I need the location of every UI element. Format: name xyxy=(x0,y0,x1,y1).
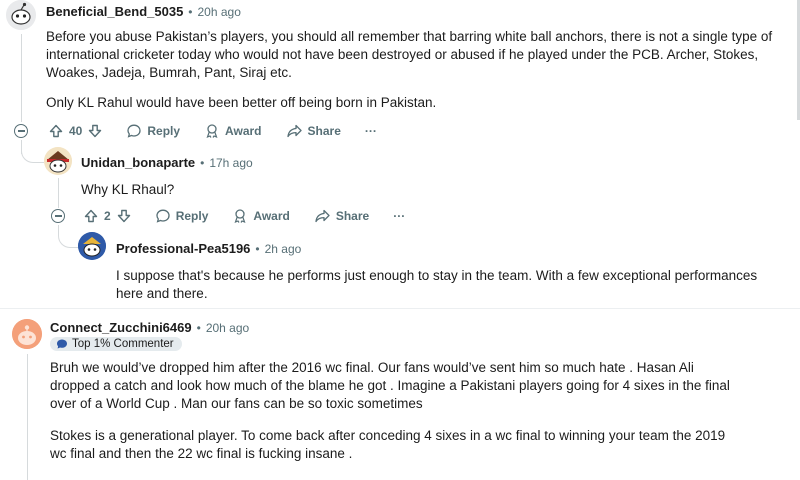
badge-label: Top 1% Commenter xyxy=(72,338,174,350)
upvote-icon[interactable] xyxy=(49,124,63,138)
comment-body: Why KL Rhaul? xyxy=(81,181,781,199)
thread-line[interactable] xyxy=(21,34,22,122)
comment-paragraph: Stokes is a generational player. To come… xyxy=(50,428,726,461)
username[interactable]: Connect_Zucchini6469 xyxy=(50,320,192,335)
snoo-avatar-icon xyxy=(6,0,36,30)
upvote-icon[interactable] xyxy=(84,209,98,223)
reply-label: Reply xyxy=(147,124,181,138)
comment-bubble-icon xyxy=(155,208,171,224)
collapse-button[interactable] xyxy=(51,209,65,223)
comment-badge-icon xyxy=(56,338,68,350)
timestamp[interactable]: 20h ago xyxy=(198,5,241,19)
more-options-button[interactable]: ··· xyxy=(365,124,377,138)
award-label: Award xyxy=(253,209,290,223)
share-button[interactable]: Share xyxy=(286,123,341,139)
vote-count: 2 xyxy=(104,209,111,223)
comment-body: I suppose that's because he performs jus… xyxy=(116,267,766,303)
share-icon xyxy=(314,208,331,224)
share-label: Share xyxy=(335,209,370,223)
top-commenter-badge[interactable]: Top 1% Commenter xyxy=(50,337,182,351)
thread-connector xyxy=(58,225,79,248)
more-options-button[interactable]: ··· xyxy=(393,209,405,223)
comment-body: Bruh we would’ve dropped him after the 2… xyxy=(50,359,740,463)
award-label: Award xyxy=(225,124,262,138)
thread-line[interactable] xyxy=(58,178,59,208)
comment-actions: 2 Reply Award Share ··· xyxy=(84,206,429,226)
vote-group: 40 xyxy=(49,124,102,138)
thread-line[interactable] xyxy=(27,354,28,480)
comment-paragraph: Bruh we would’ve dropped him after the 2… xyxy=(50,360,730,411)
avatar[interactable] xyxy=(78,232,106,260)
avatar[interactable] xyxy=(44,147,72,175)
timestamp[interactable]: 2h ago xyxy=(265,242,302,256)
username[interactable]: Beneficial_Bend_5035 xyxy=(46,4,183,19)
reply-label: Reply xyxy=(175,209,209,223)
vote-count: 40 xyxy=(69,124,83,138)
thread-connector xyxy=(21,140,44,163)
collapse-button[interactable] xyxy=(14,124,28,138)
timestamp[interactable]: 17h ago xyxy=(209,156,252,170)
comment-paragraph: I suppose that's because he performs jus… xyxy=(116,268,758,301)
comment-divider xyxy=(0,308,800,309)
separator: • xyxy=(200,155,205,170)
comment-header: Connect_Zucchini6469 • 20h ago xyxy=(50,320,249,335)
comment-paragraph: Before you abuse Pakistan’s players, you… xyxy=(46,29,773,80)
avatar[interactable] xyxy=(12,319,42,349)
share-icon xyxy=(286,123,303,139)
separator: • xyxy=(188,4,193,19)
separator: • xyxy=(196,320,201,335)
award-button[interactable]: Award xyxy=(232,208,290,224)
award-icon xyxy=(204,123,220,139)
comment-header: Unidan_bonaparte • 17h ago xyxy=(81,155,253,170)
timestamp[interactable]: 20h ago xyxy=(206,321,249,335)
share-button[interactable]: Share xyxy=(314,208,369,224)
snoo-avatar-icon xyxy=(12,319,42,349)
username[interactable]: Unidan_bonaparte xyxy=(81,155,195,170)
comment-actions: 40 Reply Award Share ··· xyxy=(49,121,401,141)
more-icon: ··· xyxy=(364,124,377,138)
vote-group: 2 xyxy=(84,209,131,223)
reply-button[interactable]: Reply xyxy=(126,123,180,139)
username[interactable]: Professional-Pea5196 xyxy=(116,241,250,256)
award-button[interactable]: Award xyxy=(204,123,262,139)
flair-badge-wrap: Top 1% Commenter xyxy=(50,337,182,355)
avatar[interactable] xyxy=(6,0,36,30)
comment-paragraph: Only KL Rahul would have been better off… xyxy=(46,95,437,110)
snoo-avatar-icon xyxy=(78,232,106,260)
award-icon xyxy=(232,208,248,224)
share-label: Share xyxy=(307,124,341,138)
comment-header: Professional-Pea5196 • 2h ago xyxy=(116,241,301,256)
comment-paragraph: Why KL Rhaul? xyxy=(81,182,175,197)
reply-button[interactable]: Reply xyxy=(155,208,209,224)
more-icon: ··· xyxy=(393,209,406,223)
separator: • xyxy=(255,241,260,256)
downvote-icon[interactable] xyxy=(117,209,131,223)
comment-header: Beneficial_Bend_5035 • 20h ago xyxy=(46,4,241,19)
comment-body: Before you abuse Pakistan’s players, you… xyxy=(46,28,791,112)
downvote-icon[interactable] xyxy=(88,124,102,138)
snoo-avatar-icon xyxy=(44,147,72,175)
comment-bubble-icon xyxy=(126,123,142,139)
